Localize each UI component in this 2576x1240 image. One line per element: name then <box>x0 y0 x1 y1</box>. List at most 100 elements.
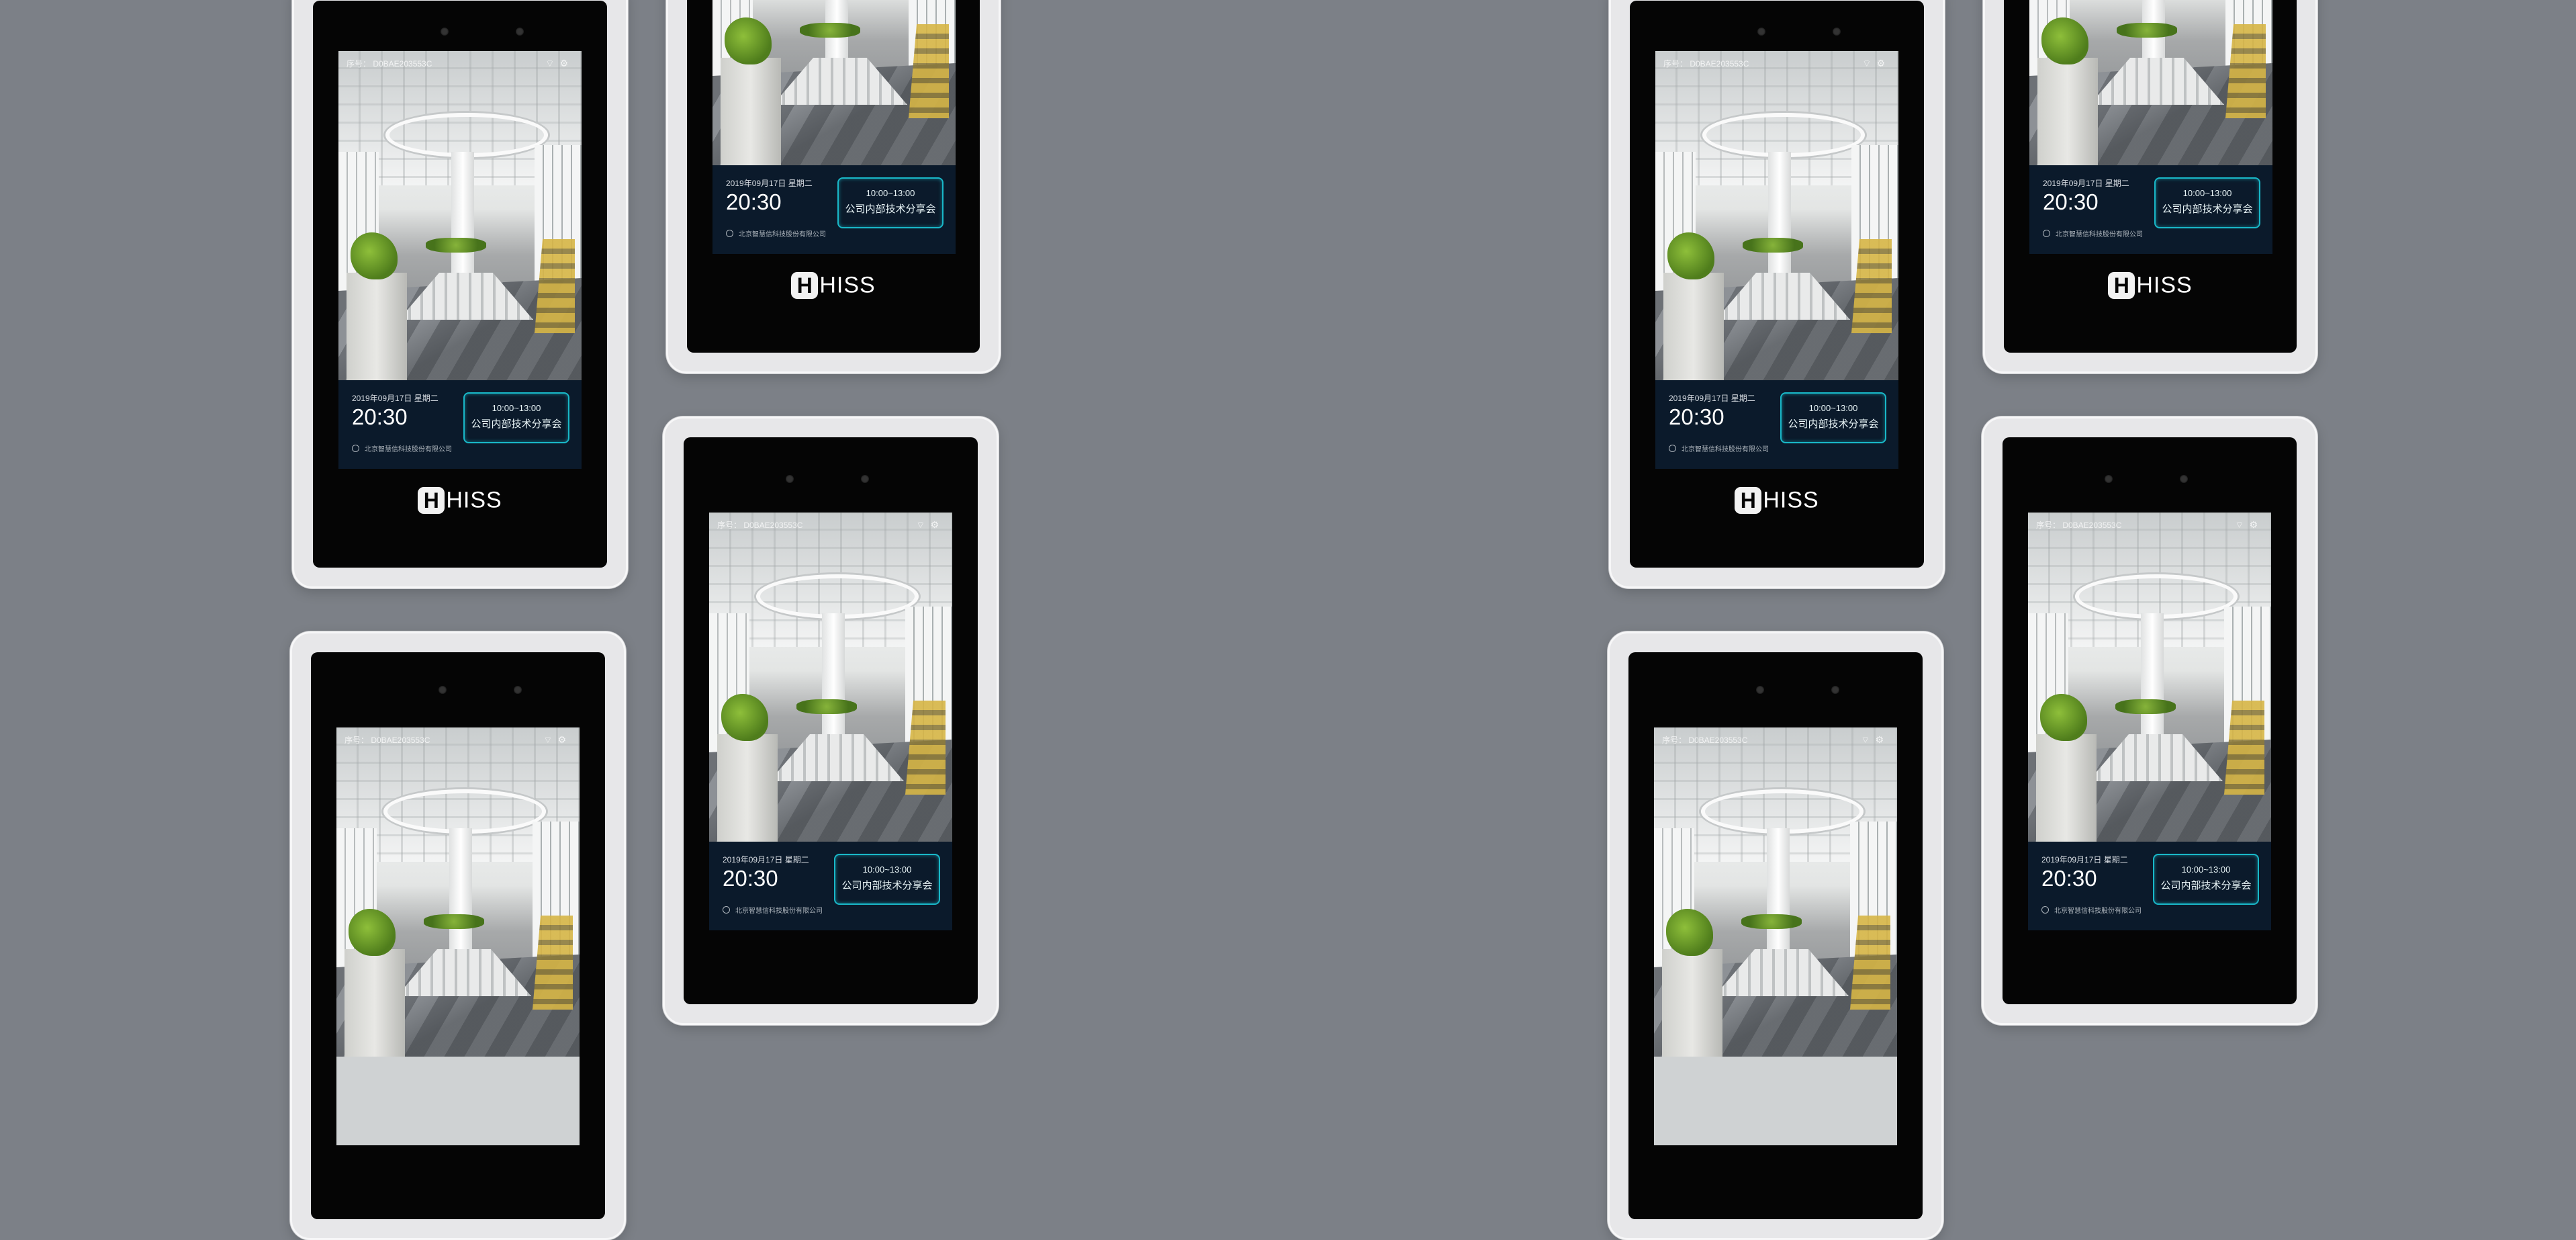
camera-icon <box>441 28 449 36</box>
device-screen: 序号： D0BAE203553C ⌔⚙ 2019年09月17日 星期二 20:3… <box>2028 513 2271 930</box>
device-bezel: 2019年09月17日 星期二 20:30 北京智慧信科技股份有限公司 10:0… <box>687 0 980 353</box>
wifi-icon: ⌔ <box>1861 734 1876 745</box>
meeting-card[interactable]: 10:00~13:00 公司内部技术分享会 <box>2154 177 2260 228</box>
device-e: 序号： D0BAE203553C ⌔⚙ 2019年09月17日 星期二 20:3… <box>1609 0 1945 588</box>
screen-status-bar: 序号： D0BAE203553C ⌔⚙ <box>2036 519 2263 530</box>
office-photo <box>2029 0 2272 165</box>
camera-icon <box>1833 28 1841 36</box>
device-serial: 序号： D0BAE203553C <box>347 59 432 69</box>
brand-logo: H HISS <box>2004 272 2297 299</box>
meeting-card[interactable]: 10:00~13:00 公司内部技术分享会 <box>837 177 944 228</box>
brand-logo: H HISS <box>1630 487 1924 514</box>
device-g: 序号： D0BAE203553C ⌔⚙ <box>1608 631 1943 1240</box>
wifi-icon: ⌔ <box>545 58 560 69</box>
device-serial: 序号： D0BAE203553C <box>2036 521 2122 530</box>
screen-status-bar: 序号： D0BAE203553C ⌔⚙ <box>1663 58 1890 69</box>
meeting-card[interactable]: 10:00~13:00 公司内部技术分享会 <box>834 854 940 905</box>
meeting-time: 10:00~13:00 <box>862 865 912 875</box>
settings-icon[interactable]: ⚙ <box>559 58 573 69</box>
office-photo <box>338 51 582 380</box>
settings-icon[interactable]: ⚙ <box>2249 519 2263 530</box>
time-text: 20:30 <box>352 404 408 429</box>
date-text: 2019年09月17日 星期二 <box>2043 179 2129 188</box>
office-photo <box>712 0 956 165</box>
company-text: 北京智慧信科技股份有限公司 <box>352 443 452 453</box>
date-text: 2019年09月17日 星期二 <box>352 394 439 403</box>
meeting-name: 公司内部技术分享会 <box>2160 880 2252 891</box>
device-screen: 序号： D0BAE203553C ⌔⚙ 2019年09月17日 星期二 20:3… <box>338 51 582 469</box>
device-screen: 序号： D0BAE203553C ⌔⚙ <box>1654 727 1897 1145</box>
wifi-icon: ⌔ <box>1862 58 1877 69</box>
device-bezel: 序号： D0BAE203553C ⌔⚙ <box>311 652 605 1219</box>
camera-icon <box>439 686 447 694</box>
meeting-time: 10:00~13:00 <box>2181 865 2231 875</box>
meeting-time: 10:00~13:00 <box>866 188 915 198</box>
office-photo <box>2028 513 2271 842</box>
meeting-name: 公司内部技术分享会 <box>845 204 936 215</box>
office-photo <box>709 513 952 842</box>
info-panel: 2019年09月17日 星期二 20:30 北京智慧信科技股份有限公司 10:0… <box>712 165 956 254</box>
screen-status-bar: 序号： D0BAE203553C ⌔⚙ <box>344 734 571 745</box>
settings-icon[interactable]: ⚙ <box>1875 734 1889 745</box>
hiss-logo-icon: H <box>418 487 445 514</box>
wifi-icon: ⌔ <box>543 734 558 745</box>
hiss-logo-icon: H <box>2108 272 2135 299</box>
meeting-name: 公司内部技术分享会 <box>2162 204 2253 215</box>
camera-icon <box>1831 686 1839 694</box>
company-text: 北京智慧信科技股份有限公司 <box>1669 443 1769 453</box>
time-text: 20:30 <box>2041 866 2097 891</box>
brand-logo: H HISS <box>687 272 980 299</box>
info-panel: 2019年09月17日 星期二 20:30 北京智慧信科技股份有限公司 10:0… <box>2028 842 2271 930</box>
info-panel: 2019年09月17日 星期二 20:30 北京智慧信科技股份有限公司 10:0… <box>709 842 952 930</box>
device-bezel: 序号： D0BAE203553C ⌔⚙ 2019年09月17日 星期二 20:3… <box>1630 1 1924 568</box>
device-screen: 序号： D0BAE203553C ⌔⚙ <box>336 727 580 1145</box>
device-f: 2019年09月17日 星期二 20:30 北京智慧信科技股份有限公司 10:0… <box>1983 0 2317 373</box>
device-bezel: 2019年09月17日 星期二 20:30 北京智慧信科技股份有限公司 10:0… <box>2004 0 2297 353</box>
camera-icon <box>2105 475 2113 483</box>
device-serial: 序号： D0BAE203553C <box>1663 59 1749 69</box>
device-serial: 序号： D0BAE203553C <box>717 521 803 530</box>
screen-status-bar: 序号： D0BAE203553C ⌔⚙ <box>347 58 573 69</box>
info-panel: 2019年09月17日 星期二 20:30 北京智慧信科技股份有限公司 10:0… <box>338 380 582 469</box>
meeting-card[interactable]: 10:00~13:00 公司内部技术分享会 <box>2153 854 2259 905</box>
company-text: 北京智慧信科技股份有限公司 <box>726 228 826 238</box>
meeting-time: 10:00~13:00 <box>2182 188 2232 198</box>
device-screen: 序号： D0BAE203553C ⌔⚙ 2019年09月17日 星期二 20:3… <box>1655 51 1898 469</box>
hiss-logo-icon: H <box>1735 487 1762 514</box>
device-d: 序号： D0BAE203553C ⌔⚙ 2019年09月17日 星期二 20:3… <box>663 416 999 1025</box>
settings-icon[interactable]: ⚙ <box>1876 58 1890 69</box>
meeting-name: 公司内部技术分享会 <box>841 880 933 891</box>
camera-icon <box>1756 686 1764 694</box>
screen-status-bar: 序号： D0BAE203553C ⌔⚙ <box>1662 734 1889 745</box>
screen-status-bar: 序号： D0BAE203553C ⌔⚙ <box>717 519 944 530</box>
company-text: 北京智慧信科技股份有限公司 <box>2041 905 2142 915</box>
office-photo <box>336 727 580 1057</box>
company-text: 北京智慧信科技股份有限公司 <box>723 905 823 915</box>
company-text: 北京智慧信科技股份有限公司 <box>2043 228 2143 238</box>
date-text: 2019年09月17日 星期二 <box>2041 855 2128 865</box>
device-b: 2019年09月17日 星期二 20:30 北京智慧信科技股份有限公司 10:0… <box>666 0 1001 373</box>
date-text: 2019年09月17日 星期二 <box>723 855 809 865</box>
meeting-time: 10:00~13:00 <box>492 403 541 413</box>
meeting-card[interactable]: 10:00~13:00 公司内部技术分享会 <box>463 392 569 443</box>
meeting-name: 公司内部技术分享会 <box>1788 418 1879 430</box>
office-photo <box>1655 51 1898 380</box>
wifi-icon: ⌔ <box>2235 519 2250 530</box>
camera-icon <box>1757 28 1765 36</box>
settings-icon[interactable]: ⚙ <box>557 734 571 745</box>
device-c: 序号： D0BAE203553C ⌔⚙ <box>290 631 626 1240</box>
brand-logo: H HISS <box>313 487 607 514</box>
hiss-logo-icon: H <box>791 272 819 299</box>
info-panel: 2019年09月17日 星期二 20:30 北京智慧信科技股份有限公司 10:0… <box>1655 380 1898 469</box>
date-text: 2019年09月17日 星期二 <box>726 179 813 188</box>
time-text: 20:30 <box>1669 404 1724 429</box>
settings-icon[interactable]: ⚙ <box>930 519 944 530</box>
camera-icon <box>516 28 524 36</box>
meeting-card[interactable]: 10:00~13:00 公司内部技术分享会 <box>1780 392 1886 443</box>
meeting-time: 10:00~13:00 <box>1808 403 1858 413</box>
device-serial: 序号： D0BAE203553C <box>344 736 430 745</box>
meeting-name: 公司内部技术分享会 <box>471 418 562 430</box>
camera-icon <box>786 475 794 483</box>
camera-icon <box>514 686 522 694</box>
date-text: 2019年09月17日 星期二 <box>1669 394 1755 403</box>
